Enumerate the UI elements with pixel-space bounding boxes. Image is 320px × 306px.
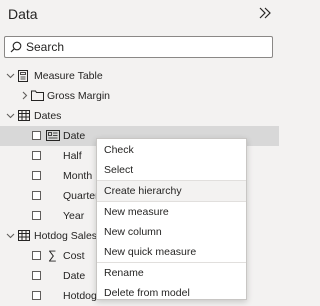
chevron-down-icon[interactable] bbox=[6, 71, 15, 80]
field-label: Cost bbox=[63, 250, 85, 262]
menu-item-create-hierarchy[interactable]: Create hierarchy bbox=[97, 181, 246, 201]
field-label: Half bbox=[63, 150, 82, 162]
measure-table-icon bbox=[18, 70, 28, 82]
field-checkbox[interactable] bbox=[32, 251, 41, 260]
menu-item-check[interactable]: Check bbox=[97, 140, 246, 160]
folder-gross-margin[interactable]: Gross Margin bbox=[0, 86, 279, 106]
field-checkbox[interactable] bbox=[32, 291, 41, 300]
menu-item-label: New column bbox=[104, 226, 162, 238]
field-label: Date bbox=[63, 270, 86, 282]
field-checkbox[interactable] bbox=[32, 151, 41, 160]
field-label: Quarter bbox=[63, 190, 99, 202]
pane-title: Data bbox=[8, 6, 38, 22]
table-icon bbox=[18, 230, 30, 241]
menu-item-rename[interactable]: Rename bbox=[97, 263, 246, 283]
field-checkbox[interactable] bbox=[32, 131, 41, 140]
folder-label: Gross Margin bbox=[47, 90, 111, 102]
sigma-icon: ∑ bbox=[48, 248, 57, 262]
hierarchy-icon bbox=[46, 130, 60, 141]
collapse-pane-icon[interactable] bbox=[257, 5, 273, 21]
context-menu: Check Select Create hierarchy New measur… bbox=[96, 138, 247, 300]
field-label: Month bbox=[63, 170, 93, 182]
chevron-down-icon[interactable] bbox=[6, 111, 15, 120]
menu-item-label: Select bbox=[104, 164, 134, 176]
field-checkbox[interactable] bbox=[32, 191, 41, 200]
field-label: Date bbox=[63, 130, 86, 142]
search-input[interactable] bbox=[26, 37, 266, 57]
menu-item-label: Create hierarchy bbox=[104, 185, 182, 197]
menu-item-new-column[interactable]: New column bbox=[97, 222, 246, 242]
field-checkbox[interactable] bbox=[32, 271, 41, 280]
field-label: Hotdog bbox=[63, 290, 97, 302]
table-icon bbox=[18, 110, 30, 121]
field-checkbox[interactable] bbox=[32, 171, 41, 180]
field-label: Year bbox=[63, 210, 85, 222]
menu-item-label: Check bbox=[104, 144, 134, 156]
table-measure-table[interactable]: Measure Table bbox=[0, 66, 279, 86]
menu-item-new-measure[interactable]: New measure bbox=[97, 202, 246, 222]
menu-item-new-quick-measure[interactable]: New quick measure bbox=[97, 242, 246, 262]
table-dates[interactable]: Dates bbox=[0, 106, 279, 126]
search-box[interactable] bbox=[4, 36, 273, 58]
table-label: Dates bbox=[34, 110, 62, 122]
menu-item-label: Delete from model bbox=[104, 287, 190, 299]
menu-item-delete-from-model[interactable]: Delete from model bbox=[97, 283, 246, 303]
table-label: Hotdog Sales bbox=[34, 230, 98, 242]
menu-item-label: Rename bbox=[104, 267, 144, 279]
search-icon bbox=[10, 41, 22, 53]
menu-item-select[interactable]: Select bbox=[97, 160, 246, 180]
menu-item-label: New quick measure bbox=[104, 246, 197, 258]
field-checkbox[interactable] bbox=[32, 211, 41, 220]
menu-item-label: New measure bbox=[104, 206, 169, 218]
pane-header: Data bbox=[0, 0, 279, 32]
chevron-down-icon[interactable] bbox=[6, 231, 15, 240]
table-label: Measure Table bbox=[34, 70, 103, 82]
folder-icon bbox=[31, 90, 44, 101]
chevron-right-icon[interactable] bbox=[20, 91, 29, 100]
